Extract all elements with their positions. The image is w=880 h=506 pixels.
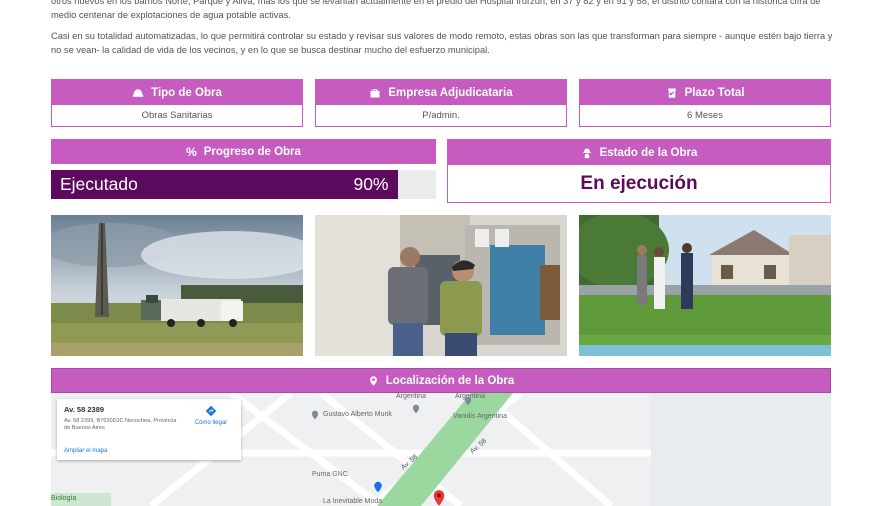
briefcase-icon [370,88,380,97]
drilling-rig-photo[interactable] [51,215,303,356]
electrical-panel-photo[interactable] [315,215,567,356]
progress-percent: 90% [353,174,389,194]
place-pin-icon [311,410,319,420]
directions-button[interactable]: Cómo llegar [189,405,233,426]
map-place-label: Argentina [396,393,426,400]
localizacion-header: Localización de la Obra [51,368,831,393]
worker-icon [582,148,591,158]
estado-card: Estado de la Obra En ejecución [447,139,831,203]
map-address-full: Av. 58 2399, B7630DJC Necochea, Provinci… [64,418,177,431]
officials-visit-image [579,215,831,356]
progress-bar-fill: Ejecutado 90% [51,170,398,199]
empresa-header: Empresa Adjudicataria [316,80,566,105]
tipo-obra-header: Tipo de Obra [52,80,302,105]
tipo-obra-label: Tipo de Obra [151,86,222,99]
map-pin-icon [369,375,377,386]
fuel-pin-icon [374,481,382,493]
empresa-label: Empresa Adjudicataria [388,86,513,99]
location-marker-icon [433,490,445,506]
tipo-obra-card: Tipo de Obra Obras Sanitarias [51,79,303,127]
map-place-label: Vanidis Argentina [453,413,507,420]
place-pin-icon [464,396,472,406]
electrical-panel-image [315,215,567,356]
plazo-card: Plazo Total 6 Meses [579,79,831,127]
plazo-label: Plazo Total [684,86,745,99]
map-place-label: Biología [51,495,77,502]
directions-icon [205,405,217,417]
progreso-label: Progreso de Obra [203,145,301,158]
estado-value: En ejecución [580,172,698,194]
map-place-label: La Inevitable Moda [323,498,383,505]
enlarge-map-link[interactable]: Ampliar el mapa [64,448,107,454]
map-place-label: Puma GNC [312,471,348,478]
intro-text: otros nuevos en los barrios Norte, Parqu… [51,0,841,64]
map-place-label: Gustavo Alberto Munk [323,411,392,418]
location-map[interactable]: Av. 58 2389 Av. 58 2399, B7630DJC Necoch… [51,393,831,506]
localizacion-label: Localización de la Obra [385,374,515,387]
tipo-obra-value: Obras Sanitarias [141,110,213,121]
progreso-header: % Progreso de Obra [51,139,436,164]
plazo-value: 6 Meses [687,110,723,121]
intro-paragraph: Casi en su totalidad automatizadas, lo q… [51,31,833,55]
estado-header: Estado de la Obra [448,140,830,165]
drilling-rig-image [51,215,303,356]
calendar-check-icon [667,87,676,99]
directions-label: Cómo llegar [194,420,228,426]
progress-bar: Ejecutado 90% [51,170,436,199]
estado-label: Estado de la Obra [599,146,698,159]
map-info-card: Av. 58 2389 Av. 58 2399, B7630DJC Necoch… [57,399,241,460]
plazo-header: Plazo Total [580,80,830,105]
helmet-icon [132,88,144,97]
empresa-value: P/admin. [422,110,460,121]
progress-text: Ejecutado [60,174,138,194]
empresa-card: Empresa Adjudicataria P/admin. [315,79,567,127]
percent-icon: % [186,144,197,159]
officials-visit-photo[interactable] [579,215,831,356]
place-pin-icon [412,404,420,414]
intro-paragraph: otros nuevos en los barrios Norte, Parqu… [51,0,821,20]
